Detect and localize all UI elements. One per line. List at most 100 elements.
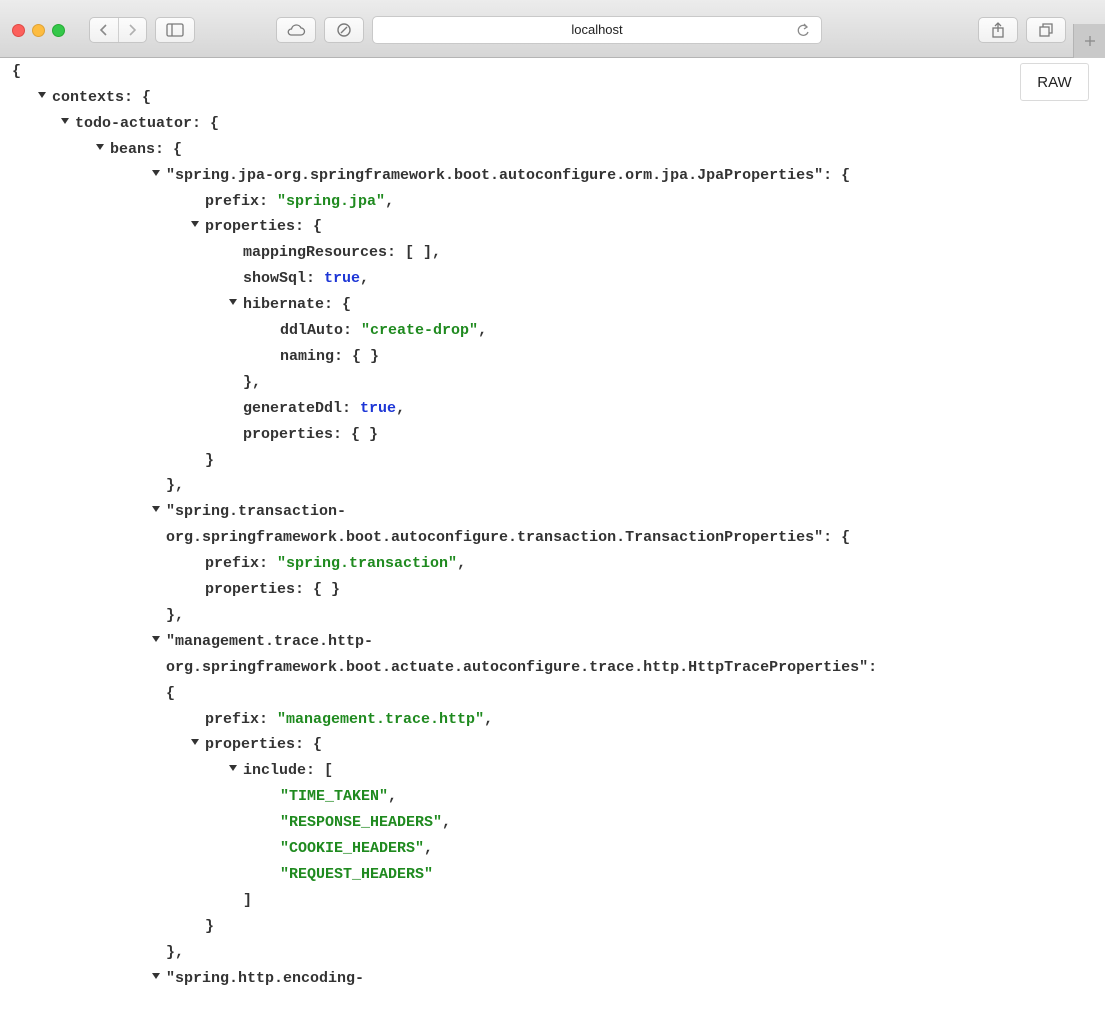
navigation-buttons — [89, 17, 147, 43]
collapse-toggle-icon[interactable] — [96, 144, 104, 150]
json-line: "spring.jpa-org.springframework.boot.aut… — [152, 164, 851, 188]
json-key: beans — [110, 141, 156, 158]
json-line: showSql: true, — [243, 270, 370, 287]
collapse-toggle-icon[interactable] — [38, 92, 46, 98]
json-punctuation: { } — [352, 348, 380, 365]
json-key: prefix — [205, 193, 260, 210]
page-content: {contexts: {todo-actuator: {beans: {"spr… — [0, 58, 1105, 1015]
json-line: include: [ — [229, 759, 334, 783]
json-key: include — [243, 762, 307, 779]
address-text: localhost — [571, 22, 623, 37]
icloud-tabs-button[interactable] — [276, 17, 316, 43]
chevron-right-icon — [129, 24, 137, 36]
json-key: properties — [243, 426, 334, 443]
minimize-window-button[interactable] — [32, 24, 45, 37]
cloud-icon — [287, 24, 306, 36]
reload-icon[interactable] — [795, 21, 811, 39]
collapse-toggle-icon[interactable] — [191, 221, 199, 227]
collapse-toggle-icon[interactable] — [229, 765, 237, 771]
json-punctuation: , — [442, 814, 452, 831]
forward-button[interactable] — [117, 18, 147, 42]
json-text: "spring.jpa-org.springframework.boot.aut… — [166, 167, 851, 184]
collapse-toggle-icon[interactable] — [152, 636, 160, 642]
share-button[interactable] — [978, 17, 1018, 43]
json-text: }, — [243, 374, 262, 391]
collapse-toggle-icon[interactable] — [152, 973, 160, 979]
json-line: generateDdl: true, — [243, 400, 406, 417]
json-key: naming — [280, 348, 335, 365]
json-line: mappingResources: [ ], — [243, 244, 442, 261]
sidebar-button[interactable] — [155, 17, 195, 43]
json-punctuation: { — [142, 89, 152, 106]
json-punctuation: , — [360, 270, 370, 287]
json-line: properties: { — [191, 733, 323, 757]
json-string-value: "spring.transaction" — [277, 555, 458, 572]
collapse-toggle-icon[interactable] — [61, 118, 69, 124]
json-line: org.springframework.boot.actuate.autocon… — [166, 656, 877, 680]
shield-icon — [337, 23, 351, 37]
collapse-toggle-icon[interactable] — [229, 299, 237, 305]
json-line: } — [205, 915, 214, 939]
json-boolean-value: true — [360, 400, 397, 417]
json-punctuation: , — [388, 788, 398, 805]
json-key: properties — [205, 736, 296, 753]
json-text: }, — [166, 607, 185, 624]
json-line: }, — [166, 941, 184, 965]
json-line: org.springframework.boot.autoconfigure.t… — [166, 526, 850, 550]
json-string-value: "TIME_TAKEN" — [280, 788, 389, 805]
tabs-icon — [1039, 23, 1053, 37]
new-tab-button[interactable] — [1073, 24, 1105, 58]
json-punctuation: { — [210, 115, 220, 132]
json-line: }, — [166, 474, 184, 498]
json-text: { — [166, 685, 176, 702]
json-punctuation: , — [484, 711, 494, 728]
json-key: generateDdl — [243, 400, 343, 417]
json-line: { — [12, 60, 21, 84]
raw-button[interactable]: RAW — [1020, 63, 1089, 101]
json-key: properties — [205, 581, 296, 598]
json-punctuation: [ — [324, 762, 334, 779]
json-punctuation: { — [313, 736, 323, 753]
back-button[interactable] — [90, 18, 118, 42]
json-key: ddlAuto — [280, 322, 344, 339]
json-punctuation: , — [385, 193, 395, 210]
json-line: prefix: "spring.jpa", — [205, 193, 395, 210]
json-text: } — [205, 918, 215, 935]
collapse-toggle-icon[interactable] — [191, 739, 199, 745]
json-line: beans: { — [96, 138, 183, 162]
close-window-button[interactable] — [12, 24, 25, 37]
privacy-button[interactable] — [324, 17, 364, 43]
json-punctuation: { } — [351, 426, 379, 443]
json-line: properties: { } — [205, 581, 341, 598]
json-punctuation: { — [173, 141, 183, 158]
collapse-toggle-icon[interactable] — [152, 170, 160, 176]
json-boolean-value: true — [324, 270, 361, 287]
json-string-value: "REQUEST_HEADERS" — [280, 866, 434, 883]
json-line: hibernate: { — [229, 293, 351, 317]
json-punctuation: [ ], — [405, 244, 442, 261]
json-punctuation: , — [478, 322, 488, 339]
json-key: properties — [205, 218, 296, 235]
browser-toolbar: localhost — [0, 0, 1105, 58]
json-key: showSql — [243, 270, 307, 287]
json-line: contexts: { — [38, 86, 152, 110]
json-key: hibernate — [243, 296, 325, 313]
collapse-toggle-icon[interactable] — [152, 506, 160, 512]
chevron-left-icon — [99, 24, 107, 36]
json-punctuation: , — [457, 555, 467, 572]
json-string-value: "management.trace.http" — [277, 711, 485, 728]
json-line: } — [205, 449, 214, 473]
zoom-window-button[interactable] — [52, 24, 65, 37]
json-string-value: "COOKIE_HEADERS" — [280, 840, 425, 857]
json-key: prefix — [205, 555, 260, 572]
json-line: properties: { — [191, 215, 323, 239]
address-bar[interactable]: localhost — [372, 16, 822, 44]
json-line: "COOKIE_HEADERS", — [280, 837, 433, 861]
json-key: todo-actuator — [75, 115, 193, 132]
json-line: todo-actuator: { — [61, 112, 220, 136]
json-line: "REQUEST_HEADERS" — [280, 863, 433, 887]
json-punctuation: { — [313, 218, 323, 235]
tabs-overview-button[interactable] — [1026, 17, 1066, 43]
json-text: ] — [243, 892, 253, 909]
json-line: }, — [166, 604, 184, 628]
